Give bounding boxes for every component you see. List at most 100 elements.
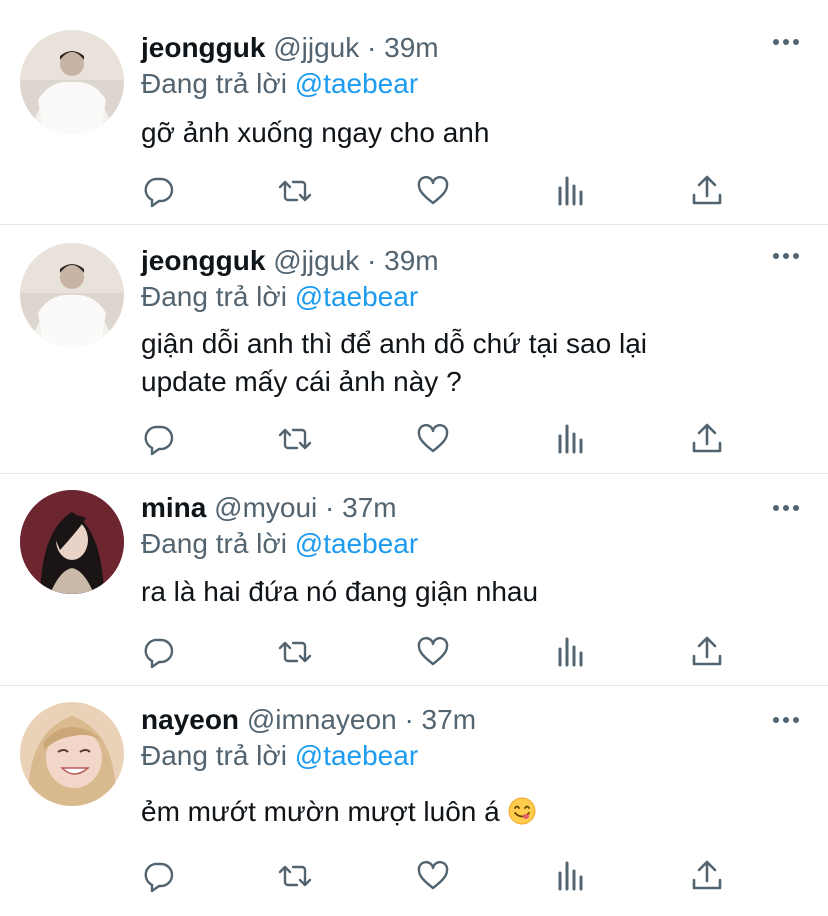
tweet-text: gỡ ảnh xuống ngay cho anh [141, 117, 490, 148]
photo-avatar-blonde-smile [20, 702, 124, 806]
like-icon [416, 635, 450, 669]
analytics-button[interactable] [554, 174, 588, 208]
tweet-text: giận dỗi anh thì để anh dỗ chứ tại sao l… [141, 325, 761, 401]
analytics-icon [554, 635, 588, 669]
reply-button[interactable] [141, 174, 175, 208]
user-handle[interactable]: @jjguk [273, 245, 359, 276]
reply-icon [141, 174, 175, 208]
timestamp[interactable]: 39m [384, 32, 438, 63]
analytics-icon [554, 422, 588, 456]
share-icon [690, 635, 724, 669]
analytics-icon [554, 859, 588, 893]
share-button[interactable] [690, 174, 724, 208]
tweet[interactable]: jeongguk @jjguk · 39m Đang trả lời @taeb… [0, 225, 828, 474]
like-icon [416, 174, 450, 208]
avatar[interactable] [20, 30, 124, 134]
share-button[interactable] [690, 422, 724, 456]
analytics-icon [554, 174, 588, 208]
avatar[interactable] [20, 490, 124, 594]
timestamp[interactable]: 39m [384, 245, 438, 276]
tweet-text-content: ẻm mướt mườn mượt luôn á [141, 796, 500, 827]
mention-link[interactable]: @taebear [295, 68, 418, 99]
display-name[interactable]: jeongguk [141, 32, 265, 63]
separator-dot: · [325, 492, 335, 523]
more-options-icon[interactable] [772, 714, 800, 726]
replying-to: Đang trả lời @taebear [141, 279, 418, 315]
tweet[interactable]: mina @myoui · 37m Đang trả lời @taebear … [0, 474, 828, 686]
retweet-button[interactable] [278, 635, 312, 669]
more-options-icon[interactable] [772, 502, 800, 514]
reply-icon [141, 422, 175, 456]
replying-to-label: Đang trả lời [141, 740, 287, 771]
reply-button[interactable] [141, 635, 175, 669]
timestamp[interactable]: 37m [422, 704, 476, 735]
photo-avatar-white-outfit [20, 243, 124, 347]
retweet-button[interactable] [278, 174, 312, 208]
analytics-button[interactable] [554, 422, 588, 456]
retweet-icon [278, 174, 312, 208]
mention-link[interactable]: @taebear [295, 740, 418, 771]
like-button[interactable] [416, 859, 450, 893]
more-options-icon[interactable] [772, 250, 800, 262]
like-button[interactable] [416, 422, 450, 456]
tweet-actions [0, 635, 828, 675]
tweet-actions [0, 859, 828, 899]
reply-button[interactable] [141, 422, 175, 456]
reply-button[interactable] [141, 859, 175, 893]
tweet-header: jeongguk @jjguk · 39m [141, 243, 439, 279]
like-icon [416, 859, 450, 893]
tweet-actions [0, 174, 828, 214]
mention-link[interactable]: @taebear [295, 528, 418, 559]
separator-dot: · [367, 32, 377, 63]
replying-to: Đang trả lời @taebear [141, 526, 418, 562]
tweet[interactable]: nayeon @imnayeon · 37m Đang trả lời @tae… [0, 686, 828, 916]
yum-face-emoji [508, 797, 536, 825]
reply-icon [141, 859, 175, 893]
photo-avatar-dark-hair [20, 490, 124, 594]
like-button[interactable] [416, 635, 450, 669]
replying-to: Đang trả lời @taebear [141, 738, 418, 774]
replying-to-label: Đang trả lời [141, 528, 287, 559]
tweet-text-line: giận dỗi anh thì để anh dỗ chứ tại sao l… [141, 328, 647, 359]
retweet-icon [278, 422, 312, 456]
replying-to-label: Đang trả lời [141, 68, 287, 99]
share-button[interactable] [690, 635, 724, 669]
share-icon [690, 422, 724, 456]
display-name[interactable]: nayeon [141, 704, 239, 735]
replying-to: Đang trả lời @taebear [141, 66, 418, 102]
avatar[interactable] [20, 243, 124, 347]
separator-dot: · [404, 704, 414, 735]
retweet-button[interactable] [278, 859, 312, 893]
tweet-text: ra là hai đứa nó đang giận nhau [141, 576, 539, 607]
display-name[interactable]: jeongguk [141, 245, 265, 276]
photo-avatar-white-outfit [20, 30, 124, 134]
tweet-text: ẻm mướt mườn mượt luôn á [141, 793, 761, 831]
retweet-button[interactable] [278, 422, 312, 456]
retweet-icon [278, 635, 312, 669]
analytics-button[interactable] [554, 635, 588, 669]
share-button[interactable] [690, 859, 724, 893]
tweet-header: mina @myoui · 37m [141, 490, 397, 526]
replying-to-label: Đang trả lời [141, 281, 287, 312]
user-handle[interactable]: @jjguk [273, 32, 359, 63]
reply-feed: jeongguk @jjguk · 39m Đang trả lời @taeb… [0, 0, 828, 916]
more-options-icon[interactable] [772, 36, 800, 48]
reply-icon [141, 635, 175, 669]
mention-link[interactable]: @taebear [295, 281, 418, 312]
tweet[interactable]: jeongguk @jjguk · 39m Đang trả lời @taeb… [0, 0, 828, 225]
user-handle[interactable]: @imnayeon [247, 704, 397, 735]
retweet-icon [278, 859, 312, 893]
separator-dot: · [367, 245, 377, 276]
tweet-text-line: update mấy cái ảnh này ? [141, 366, 462, 397]
display-name[interactable]: mina [141, 492, 206, 523]
tweet-actions [0, 422, 828, 462]
avatar[interactable] [20, 702, 124, 806]
share-icon [690, 859, 724, 893]
analytics-button[interactable] [554, 859, 588, 893]
user-handle[interactable]: @myoui [214, 492, 317, 523]
like-button[interactable] [416, 174, 450, 208]
share-icon [690, 174, 724, 208]
timestamp[interactable]: 37m [342, 492, 396, 523]
like-icon [416, 422, 450, 456]
tweet-header: nayeon @imnayeon · 37m [141, 702, 476, 738]
